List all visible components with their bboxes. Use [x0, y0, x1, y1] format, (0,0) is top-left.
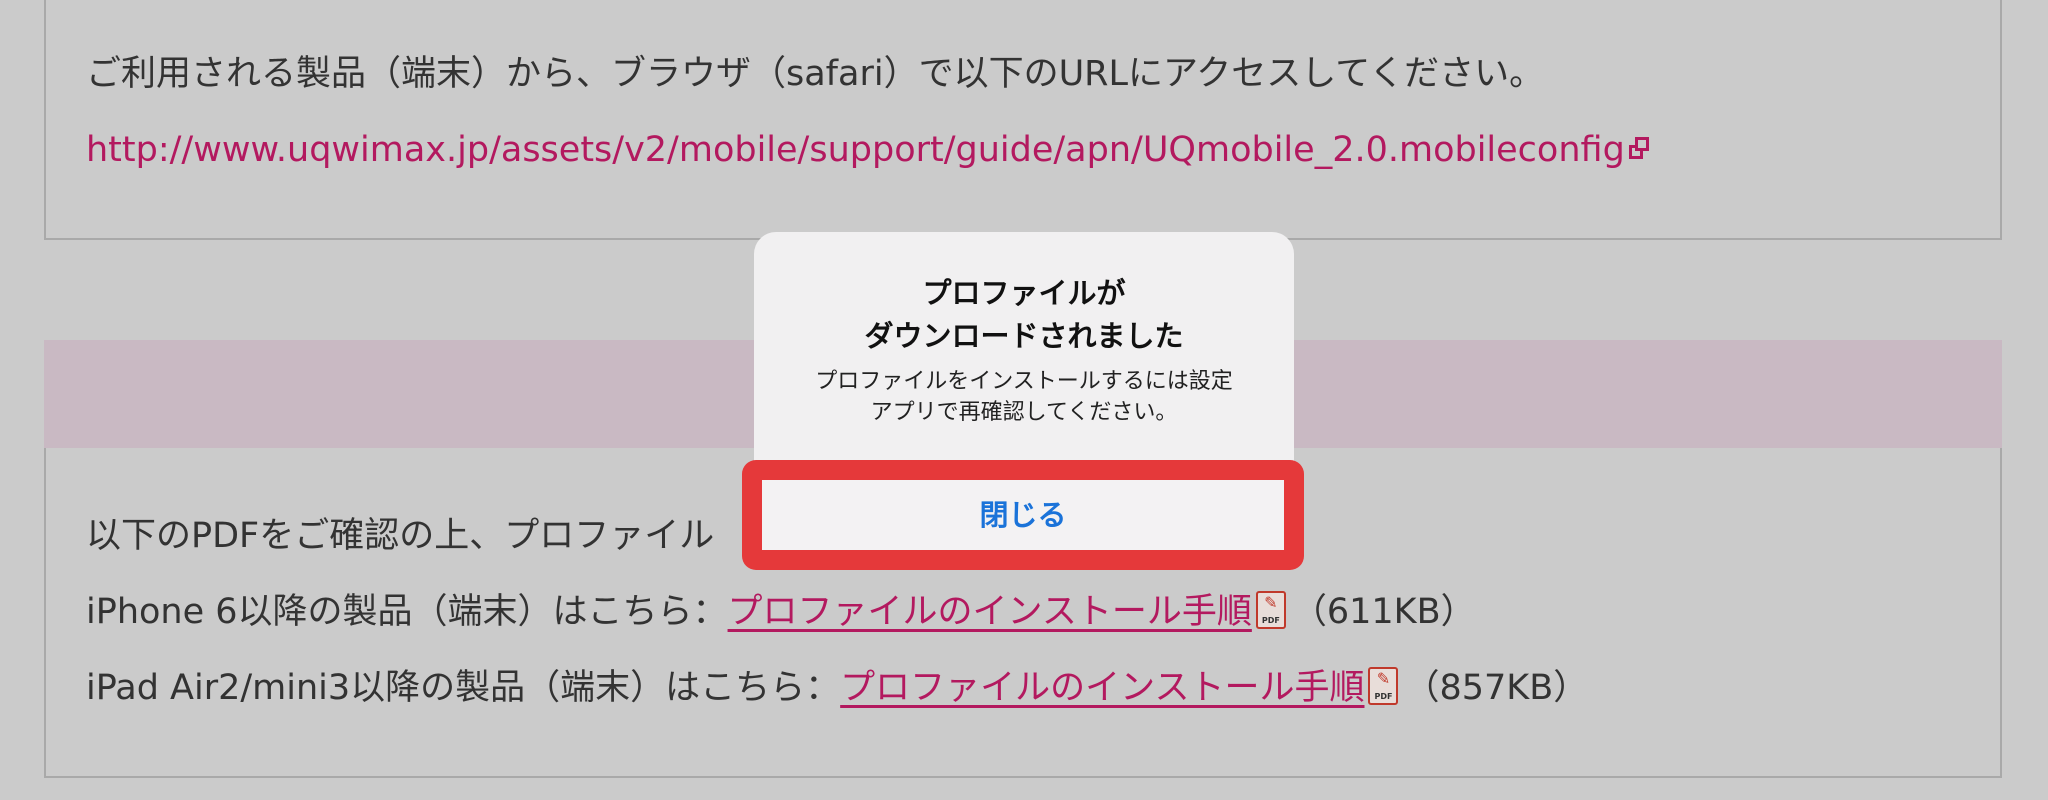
- config-url-link[interactable]: http://www.uqwimax.jp/assets/v2/mobile/s…: [86, 130, 1625, 170]
- alert-message: プロファイルをインストールするには設定 アプリで再確認してください。: [815, 369, 1233, 425]
- config-url-section: [44, 0, 2002, 240]
- pdf-intro-text: 以下のPDFをご確認の上、プロファイル: [86, 516, 715, 556]
- pdf-row-prefix: iPad Air2/mini3以降の製品（端末）はこちら：: [86, 668, 841, 708]
- pdf-link-iphone[interactable]: プロファイルのインストール手順: [728, 592, 1252, 632]
- instruction-text: ご利用される製品（端末）から、ブラウザ（safari）で以下のURLにアクセスし…: [86, 54, 1545, 94]
- pdf-link-ipad[interactable]: プロファイルのインストール手順: [840, 668, 1364, 708]
- pdf-row-prefix: iPhone 6以降の製品（端末）はこちら：: [86, 592, 728, 632]
- pdf-size: （611KB）: [1291, 592, 1476, 632]
- close-button[interactable]: 閉じる: [762, 480, 1284, 550]
- pdf-icon: ✎ PDF: [1255, 591, 1286, 629]
- pdf-icon: ✎ PDF: [1368, 667, 1399, 705]
- pdf-row-iphone: iPhone 6以降の製品（端末）はこちら：プロファイルのインストール手順 ✎ PD…: [86, 590, 1476, 634]
- pdf-size: （857KB）: [1404, 668, 1589, 708]
- external-link-icon: [1628, 137, 1649, 159]
- pdf-row-ipad: iPad Air2/mini3以降の製品（端末）はこちら：プロファイルのインスト…: [86, 666, 1588, 710]
- config-url-row: http://www.uqwimax.jp/assets/v2/mobile/s…: [86, 128, 1649, 172]
- alert-title: プロファイルが ダウンロードされました: [864, 276, 1184, 353]
